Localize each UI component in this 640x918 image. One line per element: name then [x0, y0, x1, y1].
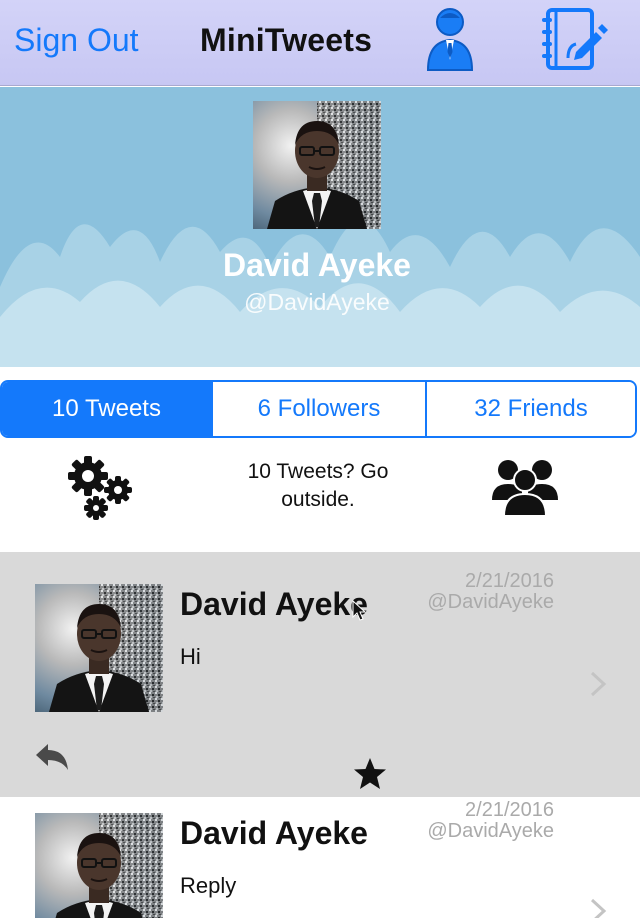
star-icon[interactable] — [352, 756, 388, 792]
tweet-date: 2/21/2016 — [465, 799, 554, 821]
tweet-author-name: David Ayeke — [180, 815, 368, 851]
tweet-cell[interactable]: David Ayeke 2/21/2016 @DavidAyeke Hi — [0, 552, 640, 797]
group-icon[interactable] — [490, 456, 560, 517]
compose-icon[interactable] — [538, 6, 610, 72]
profile-name: David Ayeke — [223, 247, 411, 283]
tweet-date: 2/21/2016 — [465, 570, 554, 592]
info-row: 10 Tweets? Go outside. — [0, 440, 640, 550]
chevron-right-icon[interactable] — [588, 670, 608, 698]
chevron-right-icon[interactable] — [588, 897, 608, 918]
profile-header: David Ayeke @DavidAyeke — [0, 87, 640, 367]
tab-tweets[interactable]: 10 Tweets — [2, 382, 211, 436]
tweet-handle: @DavidAyeke — [427, 820, 554, 842]
tweet-author-name: David Ayeke — [180, 586, 368, 622]
tweet-text: Hi — [180, 644, 201, 669]
reply-icon[interactable] — [34, 742, 70, 772]
user-icon[interactable] — [424, 6, 476, 72]
sign-out-button[interactable]: Sign Out — [14, 22, 139, 59]
tweet-avatar[interactable] — [35, 813, 163, 918]
tweet-cell[interactable]: David Ayeke 2/21/2016 @DavidAyeke Reply — [0, 797, 640, 918]
tweet-avatar[interactable] — [35, 584, 163, 712]
tab-followers[interactable]: 6 Followers — [211, 382, 425, 436]
profile-avatar — [253, 101, 381, 229]
app-title: MiniTweets — [200, 22, 373, 58]
tweet-count-message: 10 Tweets? Go outside. — [247, 460, 389, 511]
gears-icon[interactable] — [66, 454, 138, 522]
mouse-cursor — [352, 600, 366, 621]
profile-handle: @DavidAyeke — [244, 289, 390, 315]
navigation-bar: Sign Out MiniTweets — [0, 0, 640, 86]
tweet-handle: @DavidAyeke — [427, 591, 554, 613]
tab-friends[interactable]: 32 Friends — [425, 382, 635, 436]
profile-tabs: 10 Tweets 6 Followers 32 Friends — [0, 380, 637, 438]
tweet-text: Reply — [180, 873, 237, 898]
